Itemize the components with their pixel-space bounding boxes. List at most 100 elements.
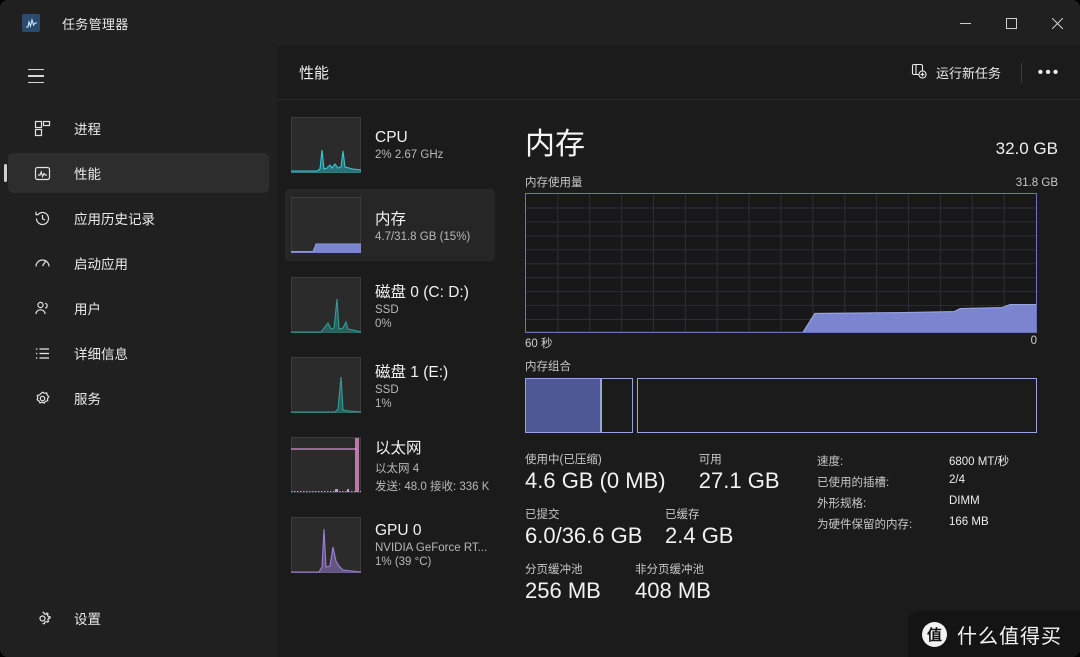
composition-segment-modified [601, 378, 633, 433]
memory-specs: 速度: 6800 MT/秒 已使用的插槽: 2/4 外形规格: DIMM 为硬件… [817, 451, 1009, 616]
hamburger-bar [28, 81, 44, 84]
detail-total-memory: 32.0 GB [995, 139, 1058, 158]
close-button[interactable] [1034, 0, 1080, 46]
composition-segment-in-use [525, 378, 601, 433]
maximize-button[interactable] [988, 0, 1034, 46]
resource-line1: NVIDIA GeForce RT... [375, 542, 488, 554]
resource-name: 磁盘 0 (C: D:) [375, 284, 469, 301]
resource-text: 磁盘 1 (E:) SSD 1% [375, 360, 448, 410]
sidebar-item-label: 启动应用 [74, 257, 128, 272]
resource-item-disk-1[interactable]: 磁盘 1 (E:) SSD 1% [285, 349, 495, 421]
stat-label: 可用 [698, 454, 722, 466]
details-icon [30, 345, 54, 362]
disk0-sparkline [291, 277, 361, 333]
resource-line1: 以太网 4 [375, 463, 420, 475]
ethernet-sparkline [291, 437, 361, 493]
axis-right-label: 0 [1030, 335, 1037, 347]
stat-value: 27.1 GB [698, 468, 780, 493]
composition-segment-available [637, 378, 1037, 433]
resource-text: 磁盘 0 (C: D:) SSD 0% [375, 280, 469, 330]
run-new-task-button[interactable]: 运行新任务 [901, 57, 1011, 89]
stat-value: 2.4 GB [665, 523, 734, 548]
resource-item-gpu-0[interactable]: GPU 0 NVIDIA GeForce RT... 1% (39 °C) [285, 509, 495, 581]
memory-usage-chart [526, 194, 1036, 332]
history-icon [30, 210, 54, 227]
sidebar-item-label: 性能 [74, 167, 101, 182]
axis-left-label: 60 秒 [525, 338, 553, 350]
more-options-button[interactable]: ••• [1032, 57, 1066, 89]
spec-value: 166 MB [949, 516, 989, 528]
page-title: 性能 [299, 65, 330, 82]
new-task-icon [911, 63, 927, 82]
spec-value: 6800 MT/秒 [949, 456, 1010, 468]
stat-value: 256 MB [525, 578, 601, 603]
resource-name: CPU [375, 129, 408, 146]
hamburger-bar [28, 68, 44, 71]
sidebar-item-label: 设置 [74, 612, 101, 627]
stat-value: 4.6 GB (0 MB) [525, 468, 666, 493]
minimize-button[interactable] [942, 0, 988, 46]
sidebar-item-label: 详细信息 [74, 347, 128, 362]
startup-icon [30, 255, 54, 272]
users-icon [30, 300, 54, 317]
resource-item-cpu[interactable]: CPU 2% 2.67 GHz [285, 109, 495, 181]
stat-label: 已缓存 [665, 509, 700, 521]
resource-name: GPU 0 [375, 522, 422, 539]
resource-line1: 2% 2.67 GHz [375, 149, 444, 161]
memory-sparkline [291, 197, 361, 253]
resource-name: 以太网 [375, 440, 422, 457]
stat-committed: 已提交 6.0/36.6 GB [525, 506, 665, 549]
sidebar-item-app-history[interactable]: 应用历史记录 [8, 198, 269, 238]
graph-axis: 60 秒 0 [525, 335, 1037, 351]
task-manager-window: 任务管理器 进程 性能 应用历史记录 启动应用 用户 详细信息 服务 设置 性能… [0, 0, 1080, 657]
performance-icon [30, 165, 54, 182]
memory-stats-left: 使用中(已压缩) 4.6 GB (0 MB) 可用 27.1 GB 已提交 6.… [525, 451, 805, 616]
spec-hardware-reserved: 为硬件保留的内存: 166 MB [817, 516, 1009, 532]
stats-row: 使用中(已压缩) 4.6 GB (0 MB) 可用 27.1 GB [525, 451, 805, 494]
resource-name: 内存 [375, 211, 407, 228]
resource-text: GPU 0 NVIDIA GeForce RT... 1% (39 °C) [375, 522, 487, 568]
stat-label: 已提交 [525, 509, 560, 521]
watermark-text: 什么值得买 [957, 625, 1062, 648]
sidebar-item-label: 服务 [74, 392, 101, 407]
taskmanager-icon [22, 14, 40, 32]
sidebar-item-users[interactable]: 用户 [8, 288, 269, 328]
spec-form-factor: 外形规格: DIMM [817, 495, 1009, 511]
resource-line1: 4.7/31.8 GB (15%) [375, 231, 471, 243]
hamburger-bar [28, 75, 44, 77]
sidebar-item-services[interactable]: 服务 [8, 378, 269, 418]
detail-header: 内存 32.0 GB [525, 119, 1058, 163]
resource-item-disk-0[interactable]: 磁盘 0 (C: D:) SSD 0% [285, 269, 495, 341]
sidebar-nav: 进程 性能 应用历史记录 启动应用 用户 详细信息 服务 [0, 108, 277, 418]
spec-key: 为硬件保留的内存: [817, 519, 913, 531]
sidebar-item-performance[interactable]: 性能 [4, 153, 269, 193]
resource-line1: SSD [375, 384, 399, 396]
header-divider [1021, 62, 1022, 83]
spec-speed: 速度: 6800 MT/秒 [817, 453, 1009, 469]
resource-line2: 1% (39 °C) [375, 556, 432, 568]
content-area: 性能 运行新任务 ••• CPU 2% 2.67 GHz 内存 4.7/31.8… [277, 46, 1080, 657]
sidebar-item-processes[interactable]: 进程 [8, 108, 269, 148]
resource-item-memory[interactable]: 内存 4.7/31.8 GB (15%) [285, 189, 495, 261]
memory-composition-bar [525, 378, 1037, 433]
memory-usage-graph [525, 193, 1037, 333]
resource-list: CPU 2% 2.67 GHz 内存 4.7/31.8 GB (15%) 磁盘 … [277, 101, 503, 657]
disk1-sparkline [291, 357, 361, 413]
sidebar-item-details[interactable]: 详细信息 [8, 333, 269, 373]
resource-item-ethernet[interactable]: 以太网 以太网 4 发送: 48.0 接收: 336 K [285, 429, 495, 501]
resource-line2: 1% [375, 398, 392, 410]
sidebar-bottom: 设置 [0, 598, 277, 643]
stat-available: 可用 27.1 GB [699, 451, 805, 494]
graph-label: 内存使用量 [525, 177, 583, 189]
sidebar-item-settings[interactable]: 设置 [8, 598, 269, 638]
stats-row: 分页缓冲池 256 MB 非分页缓冲池 408 MB [525, 561, 805, 604]
stat-cached: 已缓存 2.4 GB [665, 506, 733, 549]
composition-label: 内存组合 [525, 361, 571, 373]
graph-max-label: 31.8 GB [1015, 177, 1058, 189]
hamburger-icon[interactable] [14, 56, 58, 96]
stat-value: 6.0/36.6 GB [525, 523, 643, 548]
spec-value: 2/4 [949, 474, 965, 486]
stat-in-use: 使用中(已压缩) 4.6 GB (0 MB) [525, 451, 699, 494]
stat-label: 使用中(已压缩) [525, 454, 602, 466]
sidebar-item-startup-apps[interactable]: 启动应用 [8, 243, 269, 283]
